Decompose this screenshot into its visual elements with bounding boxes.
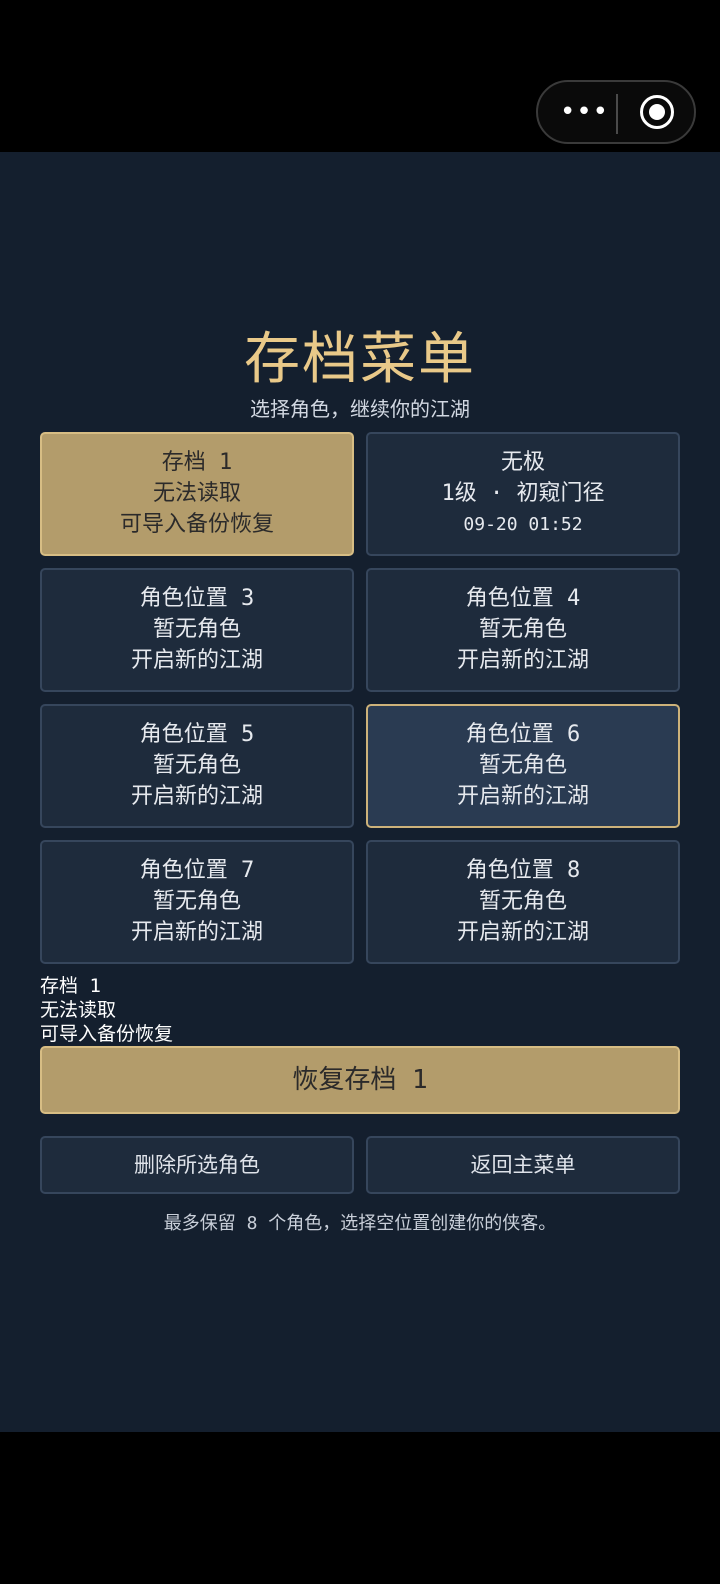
slot-status: 暂无角色 [478, 617, 567, 642]
status-hint: 可导入备份恢复 [40, 1023, 174, 1045]
slot-status: 暂无角色 [152, 889, 241, 914]
slot-hint: 开启新的江湖 [456, 784, 589, 809]
bottom-bar [0, 1432, 720, 1584]
save-slot-1[interactable]: 存档 1 无法读取 可导入备份恢复 [40, 432, 354, 556]
page-subtitle: 选择角色，继续你的江湖 [250, 397, 470, 421]
page-title: 存档菜单 [244, 327, 476, 392]
back-to-main-menu-button[interactable]: 返回主菜单 [366, 1136, 680, 1194]
slot-hint: 可导入备份恢复 [119, 512, 274, 537]
save-slot-5[interactable]: 角色位置 5 暂无角色 开启新的江湖 [40, 704, 354, 828]
slot-title: 无极 [500, 450, 545, 475]
slot-hint: 开启新的江湖 [456, 648, 589, 673]
slot-status: 暂无角色 [478, 889, 567, 914]
selected-slot-status: 存档 1 无法读取 可导入备份恢复 [40, 974, 173, 1046]
save-slot-6[interactable]: 角色位置 6 暂无角色 开启新的江湖 [366, 704, 680, 828]
footnote-text: 最多保留 8 个角色，选择空位置创建你的侠客。 [163, 1213, 557, 1234]
slot-status: 无法读取 [152, 481, 241, 506]
capsule-divider [616, 94, 618, 134]
slot-title: 角色位置 3 [139, 586, 255, 611]
slot-hint: 开启新的江湖 [130, 920, 263, 945]
slot-title: 角色位置 4 [465, 586, 581, 611]
top-status-bar: ••• [0, 0, 720, 152]
save-slot-4[interactable]: 角色位置 4 暂无角色 开启新的江湖 [366, 568, 680, 692]
save-menu-screen: 存档菜单 选择角色，继续你的江湖 存档 1 无法读取 可导入备份恢复 无极 1级… [0, 152, 720, 1432]
slot-timestamp: 09-20 01:52 [463, 514, 583, 535]
slot-title: 角色位置 6 [465, 722, 581, 747]
mini-program-capsule: ••• [536, 80, 696, 144]
slot-hint: 开启新的江湖 [130, 648, 263, 673]
more-options-icon[interactable]: ••• [560, 99, 608, 125]
slot-title: 角色位置 7 [139, 858, 255, 883]
slot-title: 角色位置 5 [139, 722, 255, 747]
slot-hint: 开启新的江湖 [130, 784, 263, 809]
status-title: 存档 1 [40, 975, 101, 997]
restore-save-button[interactable]: 恢复存档 1 [40, 1046, 680, 1114]
slot-status: 1级 · 初窥门径 [441, 481, 605, 506]
slot-status: 暂无角色 [478, 753, 567, 778]
save-slot-8[interactable]: 角色位置 8 暂无角色 开启新的江湖 [366, 840, 680, 964]
status-message: 无法读取 [40, 999, 117, 1021]
slot-status: 暂无角色 [152, 753, 241, 778]
close-target-icon[interactable] [640, 95, 674, 129]
save-slot-7[interactable]: 角色位置 7 暂无角色 开启新的江湖 [40, 840, 354, 964]
slot-hint: 开启新的江湖 [456, 920, 589, 945]
delete-character-button[interactable]: 删除所选角色 [40, 1136, 354, 1194]
slot-title: 角色位置 8 [465, 858, 581, 883]
save-slot-3[interactable]: 角色位置 3 暂无角色 开启新的江湖 [40, 568, 354, 692]
slot-title: 存档 1 [161, 450, 233, 475]
slot-status: 暂无角色 [152, 617, 241, 642]
save-slot-2[interactable]: 无极 1级 · 初窥门径 09-20 01:52 [366, 432, 680, 556]
